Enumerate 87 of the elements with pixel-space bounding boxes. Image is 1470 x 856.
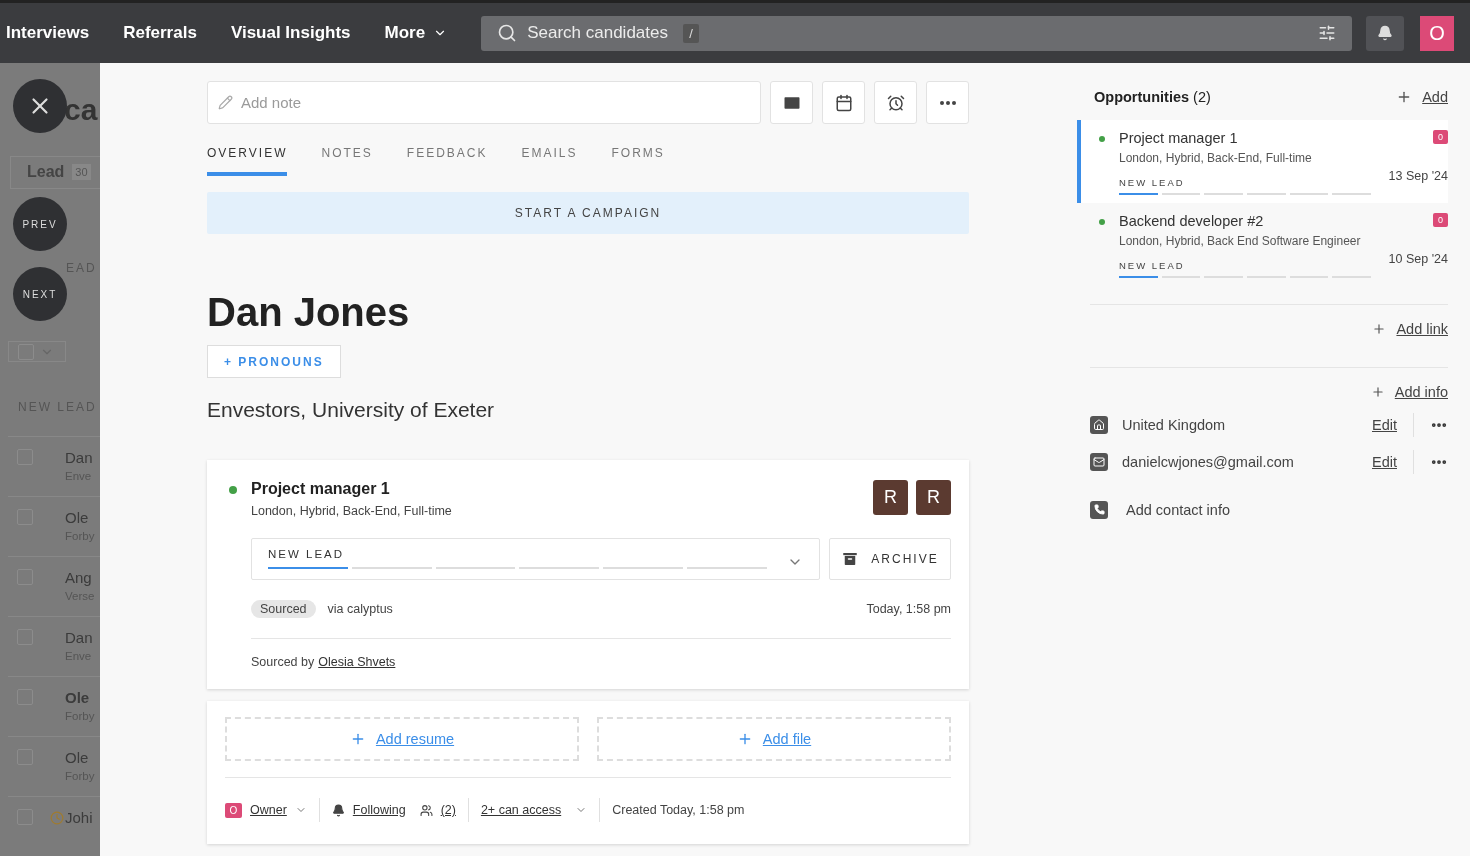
user-avatar[interactable]: R [873, 480, 908, 515]
source-text: via calyptus [327, 602, 393, 616]
add-link[interactable]: Add link [1396, 321, 1448, 337]
notifications-button[interactable] [1366, 15, 1404, 51]
bell-icon [331, 803, 345, 817]
user-avatar[interactable]: R [916, 480, 951, 515]
filter-icon[interactable] [1318, 24, 1336, 42]
plus-icon [1372, 322, 1387, 336]
contact-value: danielcwjones@gmail.com [1122, 453, 1295, 470]
upload-link[interactable]: Add file [762, 731, 812, 747]
tab[interactable]: FEEDBACK [406, 144, 488, 176]
bulk-select[interactable] [8, 341, 66, 362]
pencil-icon [218, 95, 233, 110]
owner-link[interactable]: Owner [250, 803, 287, 817]
search-icon [497, 23, 518, 43]
calendar-button[interactable] [822, 81, 865, 124]
nav-link[interactable]: More [384, 23, 448, 43]
alarm-clock-icon [886, 93, 905, 112]
count-badge: 0 [1433, 130, 1448, 144]
opportunity-item[interactable]: Backend developer #2 London, Hybrid, Back End Software Engineer NEW LEAD 0 10 Sep '24 [1077, 203, 1448, 286]
opportunity-date: 13 Sep '24 [1388, 169, 1448, 183]
nav-link[interactable]: Interviews [6, 23, 90, 43]
stage-label: NEW LEAD [1119, 177, 1186, 188]
contact-value: United Kingdom [1122, 416, 1227, 433]
status-dot [1099, 136, 1105, 142]
section-title: Opportunities (2) [1094, 89, 1211, 105]
following-link[interactable]: Following [352, 803, 406, 817]
tab[interactable]: EMAILS [521, 144, 578, 176]
created-text: Created Today, 1:58 pm [612, 803, 745, 817]
campaign-button[interactable]: START A CAMPAIGN [207, 192, 969, 234]
candidate-headline: Envestors, University of Exeter [207, 398, 496, 422]
count-badge: 0 [1433, 213, 1448, 227]
email-button[interactable] [770, 81, 813, 124]
pager-button[interactable]: PREV [13, 197, 67, 251]
more-icon [939, 100, 956, 105]
owner-badge: O [225, 802, 242, 818]
opportunity-title: Backend developer #2 [1119, 213, 1265, 229]
opportunity-details: London, Hybrid, Back-End, Full-time [251, 504, 453, 518]
alarm-button[interactable] [874, 81, 917, 124]
timestamp: Today, 1:58 pm [866, 602, 951, 616]
followers-link[interactable]: (2) [440, 803, 456, 817]
note-field[interactable]: Add note [239, 93, 750, 112]
shortcut-key: / [683, 23, 699, 43]
tab[interactable]: OVERVIEW [207, 144, 288, 176]
access-link[interactable]: 2+ can access [480, 803, 562, 817]
search-field[interactable]: Search candidates [525, 22, 676, 44]
phone-glyph [1093, 504, 1105, 515]
bell-icon [1377, 25, 1393, 41]
sidebar-title: ca [64, 93, 98, 126]
calendar-icon [834, 93, 853, 112]
sourcer-link[interactable]: Olesia Shvets [318, 655, 396, 669]
people-icon [419, 803, 433, 817]
email-icon [1090, 452, 1108, 471]
more-button[interactable] [926, 81, 969, 124]
opportunity-details: London, Hybrid, Back-End, Full-time [1119, 151, 1313, 165]
opportunity-title: Project manager 1 [1119, 130, 1239, 146]
upload-dropzone[interactable]: Add file [597, 717, 951, 761]
user-avatar[interactable]: O [1420, 15, 1454, 51]
sourced-by-label: Sourced by [251, 655, 315, 669]
edit-link[interactable]: Edit [1372, 416, 1397, 433]
source-tag: Sourced [251, 600, 316, 618]
status-dot [229, 486, 237, 494]
status-dot [1099, 219, 1105, 225]
opportunity-date: 10 Sep '24 [1388, 252, 1448, 266]
upload-dropzone[interactable]: Add resume [225, 717, 579, 761]
note-field[interactable]: Add note [207, 81, 761, 124]
add-link[interactable]: Add [1422, 89, 1448, 105]
stage-select[interactable]: NEW LEAD [251, 538, 820, 580]
opportunity-title: Project manager 1 [251, 480, 391, 498]
nav-link[interactable]: Referrals [123, 23, 197, 43]
tab[interactable]: NOTES [321, 144, 373, 176]
pager-button[interactable]: NEXT [13, 267, 67, 321]
opportunity-item[interactable]: Project manager 1 London, Hybrid, Back-End, Full-time NEW LEAD 0 13 Sep '24 [1077, 120, 1448, 203]
upload-link[interactable]: Add resume [375, 731, 455, 747]
plus-icon [1370, 385, 1385, 399]
candidate-name: Dan Jones [207, 290, 411, 335]
opportunity-details: London, Hybrid, Back End Software Engineer [1119, 234, 1362, 248]
close-button[interactable] [13, 79, 67, 133]
edit-link[interactable]: Edit [1372, 453, 1397, 470]
add-contact-link[interactable]: Add contact info [1126, 501, 1448, 518]
add-info-link[interactable]: Add info [1394, 384, 1448, 400]
location-icon [1090, 415, 1108, 434]
stage-label: NEW LEAD [1119, 260, 1186, 271]
archive-button[interactable]: ARCHIVE [829, 538, 951, 580]
tab[interactable]: FORMS [611, 144, 665, 176]
nav-link[interactable]: Visual Insights [230, 23, 351, 43]
archive-icon [841, 550, 860, 568]
